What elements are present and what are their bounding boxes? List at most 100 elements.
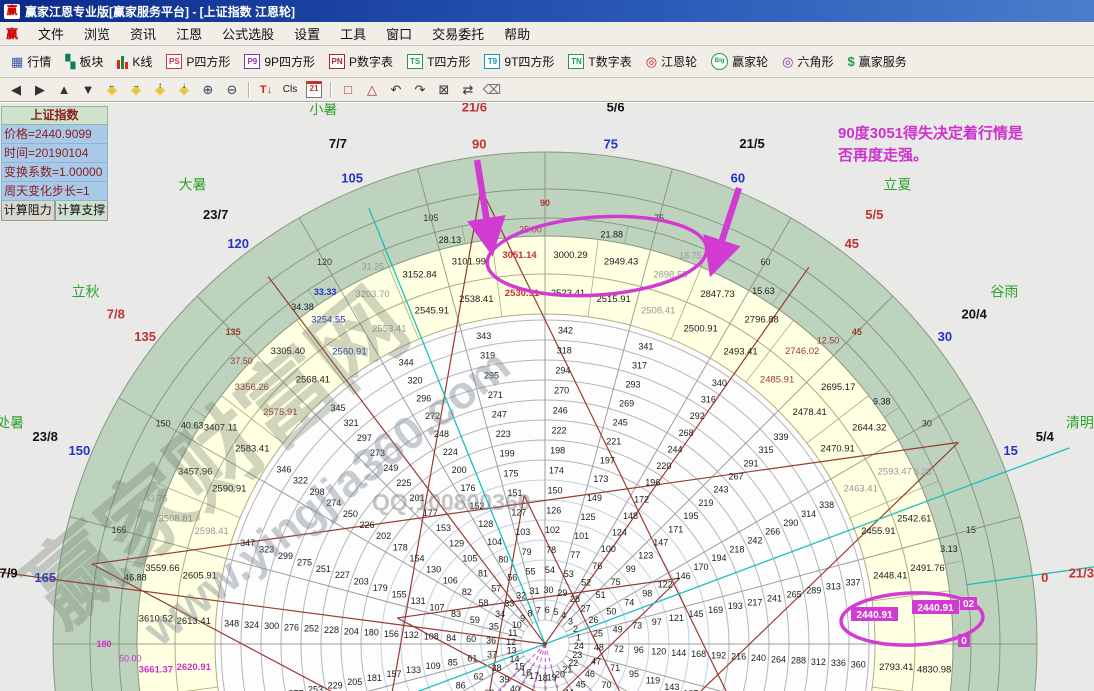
toolbar-button-P四方形[interactable]: PSP四方形 <box>159 49 237 74</box>
toolbar-button-江恩轮[interactable]: ◎江恩轮 <box>639 49 704 74</box>
tool-diamond-down[interactable]: ◆↓ <box>172 79 196 100</box>
panel-button-计算支撑[interactable]: 计算支撑 <box>55 201 109 221</box>
tool-delete-tool[interactable]: ⌫ <box>480 79 504 100</box>
spiral-number: 221 <box>606 436 621 446</box>
tool-expand-tool[interactable]: ⊠ <box>432 79 456 100</box>
tool-zoom-out[interactable]: ⊖ <box>220 79 244 100</box>
degree-ring-label: 180 <box>96 639 111 649</box>
price-label-inner: 2605.91 <box>183 570 217 581</box>
tool-rotate-down[interactable]: ▼ <box>76 79 100 100</box>
spiral-number: 176 <box>461 483 476 493</box>
spiral-number: 100 <box>601 544 616 554</box>
menu-item-工具[interactable]: 工具 <box>330 25 376 44</box>
spiral-number: 296 <box>416 393 431 403</box>
menu-item-江恩[interactable]: 江恩 <box>166 25 212 44</box>
tool-calendar[interactable]: 21 <box>302 79 326 100</box>
menu-item-交易委托[interactable]: 交易委托 <box>422 25 494 44</box>
spiral-number: 323 <box>259 544 274 554</box>
tool-rotate-cw[interactable]: ↷ <box>408 79 432 100</box>
toolbar-button-赢家轮[interactable]: Big赢家轮 <box>704 49 775 74</box>
outer-degree-label: 15 <box>1003 443 1017 458</box>
spiral-number: 271 <box>488 390 503 400</box>
spiral-number: 228 <box>324 625 339 635</box>
menu-item-资讯[interactable]: 资讯 <box>120 25 166 44</box>
menu-item-文件[interactable]: 文件 <box>28 25 74 44</box>
tool-contract-tool[interactable]: ⇄ <box>456 79 480 100</box>
toolbar-label: 9T四方形 <box>504 53 554 70</box>
toolbar-button-六角形[interactable]: ◎六角形 <box>775 49 840 74</box>
spiral-number: 122 <box>658 580 673 590</box>
tool-diamond-right[interactable]: ◆→ <box>124 79 148 100</box>
spiral-number: 241 <box>767 593 782 603</box>
menu-item-设置[interactable]: 设置 <box>284 25 330 44</box>
degree-ring-label: 150 <box>156 419 171 429</box>
tool-rotate-ccw[interactable]: ↶ <box>384 79 408 100</box>
K线-icon <box>117 55 128 69</box>
menu-bar: 赢 文件浏览资讯江恩公式选股设置工具窗口交易委托帮助 <box>0 22 1094 46</box>
outer-date-label: 23/7 <box>203 207 228 222</box>
spiral-number: 180 <box>364 628 379 638</box>
spiral-number: 173 <box>593 474 608 484</box>
spiral-number: 143 <box>664 682 679 691</box>
toolbar-button-P数字表[interactable]: PNP数字表 <box>322 49 400 74</box>
price-label-inner: 2583.41 <box>235 443 269 454</box>
spiral-number: 226 <box>360 520 375 530</box>
toolbar-button-9T四方形[interactable]: T99T四方形 <box>477 49 561 74</box>
spiral-number: 169 <box>708 605 723 615</box>
spiral-number: 181 <box>367 673 382 683</box>
title-bar: 赢 赢家江恩专业版[赢家服务平台] - [上证指数 江恩轮] <box>0 0 1094 22</box>
degree-ring-label: 60 <box>760 257 770 267</box>
T数字表-icon: TN <box>568 54 584 69</box>
spiral-number: 120 <box>651 646 666 656</box>
spiral-number: 3 <box>568 617 573 627</box>
toolbar-button-T四方形[interactable]: TST四方形 <box>400 49 477 74</box>
spiral-number: 317 <box>632 361 647 371</box>
toolbar-button-行情[interactable]: ▦行情 <box>4 49 58 74</box>
spiral-number: 29 <box>557 588 567 598</box>
spiral-number: 104 <box>487 537 502 547</box>
price-label-outer: 3661.37 <box>139 665 173 676</box>
spiral-number: 7 <box>536 606 541 616</box>
menu-item-窗口[interactable]: 窗口 <box>376 25 422 44</box>
tool-zoom-in[interactable]: ⊕ <box>196 79 220 100</box>
spiral-number: 70 <box>602 680 612 690</box>
price-label-inner: 2590.91 <box>212 483 246 494</box>
panel-button-计算阻力[interactable]: 计算阻力 <box>1 201 55 221</box>
solar-term-label: 小暑 <box>309 103 337 117</box>
solar-term-label: 处暑 <box>0 414 24 430</box>
drawing-toolbar: ◀▶▲▼◆←◆→◆↑◆↓⊕⊖ T↓Cls21 □△↶↷⊠⇄⌫ <box>0 78 1094 102</box>
tool-triangle-tool[interactable]: △ <box>360 79 384 100</box>
percent-label-special: 33.33 <box>314 287 337 297</box>
tool-diamond-up[interactable]: ◆↑ <box>148 79 172 100</box>
quote-info-panel: 上证指数 价格=2440.9099时间=20190104变换系数=1.00000… <box>1 106 108 221</box>
menu-item-公式选股[interactable]: 公式选股 <box>212 25 284 44</box>
toolbar-button-板块[interactable]: ▚板块 <box>58 49 110 74</box>
T四方形-icon: TS <box>407 54 423 69</box>
toolbar-button-赢家服务[interactable]: $赢家服务 <box>841 49 914 74</box>
spiral-number: 149 <box>587 493 602 503</box>
spiral-number: 203 <box>354 577 369 587</box>
spiral-number: 175 <box>504 468 519 478</box>
toolbar-button-T数字表[interactable]: TNT数字表 <box>561 49 638 74</box>
tool-cls[interactable]: Cls <box>278 79 302 100</box>
tool-diamond-left[interactable]: ◆← <box>100 79 124 100</box>
gann-wheel-chart-area[interactable]: 2412345678910111213141516171819202122234… <box>0 102 1094 691</box>
menu-item-浏览[interactable]: 浏览 <box>74 25 120 44</box>
spiral-number: 275 <box>297 557 312 567</box>
toolbar-button-9P四方形[interactable]: P99P四方形 <box>237 49 322 74</box>
gann-wheel-canvas[interactable]: 2412345678910111213141516171819202122234… <box>0 103 1094 691</box>
solar-term-label: 立夏 <box>883 177 911 193</box>
spiral-number: 227 <box>335 570 350 580</box>
tool-rect-tool[interactable]: □ <box>336 79 360 100</box>
instrument-name: 上证指数 <box>1 106 108 125</box>
tool-time-price[interactable]: T↓ <box>254 79 278 100</box>
toolbar-button-K线[interactable]: K线 <box>110 49 159 74</box>
tool-step-forward[interactable]: ▶ <box>28 79 52 100</box>
spiral-number: 153 <box>436 523 451 533</box>
spiral-number: 171 <box>668 524 683 534</box>
window-title: 赢家江恩专业版[赢家服务平台] - [上证指数 江恩轮] <box>25 3 295 20</box>
menu-item-帮助[interactable]: 帮助 <box>494 25 540 44</box>
tool-step-back[interactable]: ◀ <box>4 79 28 100</box>
spiral-number: 168 <box>691 649 706 659</box>
tool-rotate-up[interactable]: ▲ <box>52 79 76 100</box>
